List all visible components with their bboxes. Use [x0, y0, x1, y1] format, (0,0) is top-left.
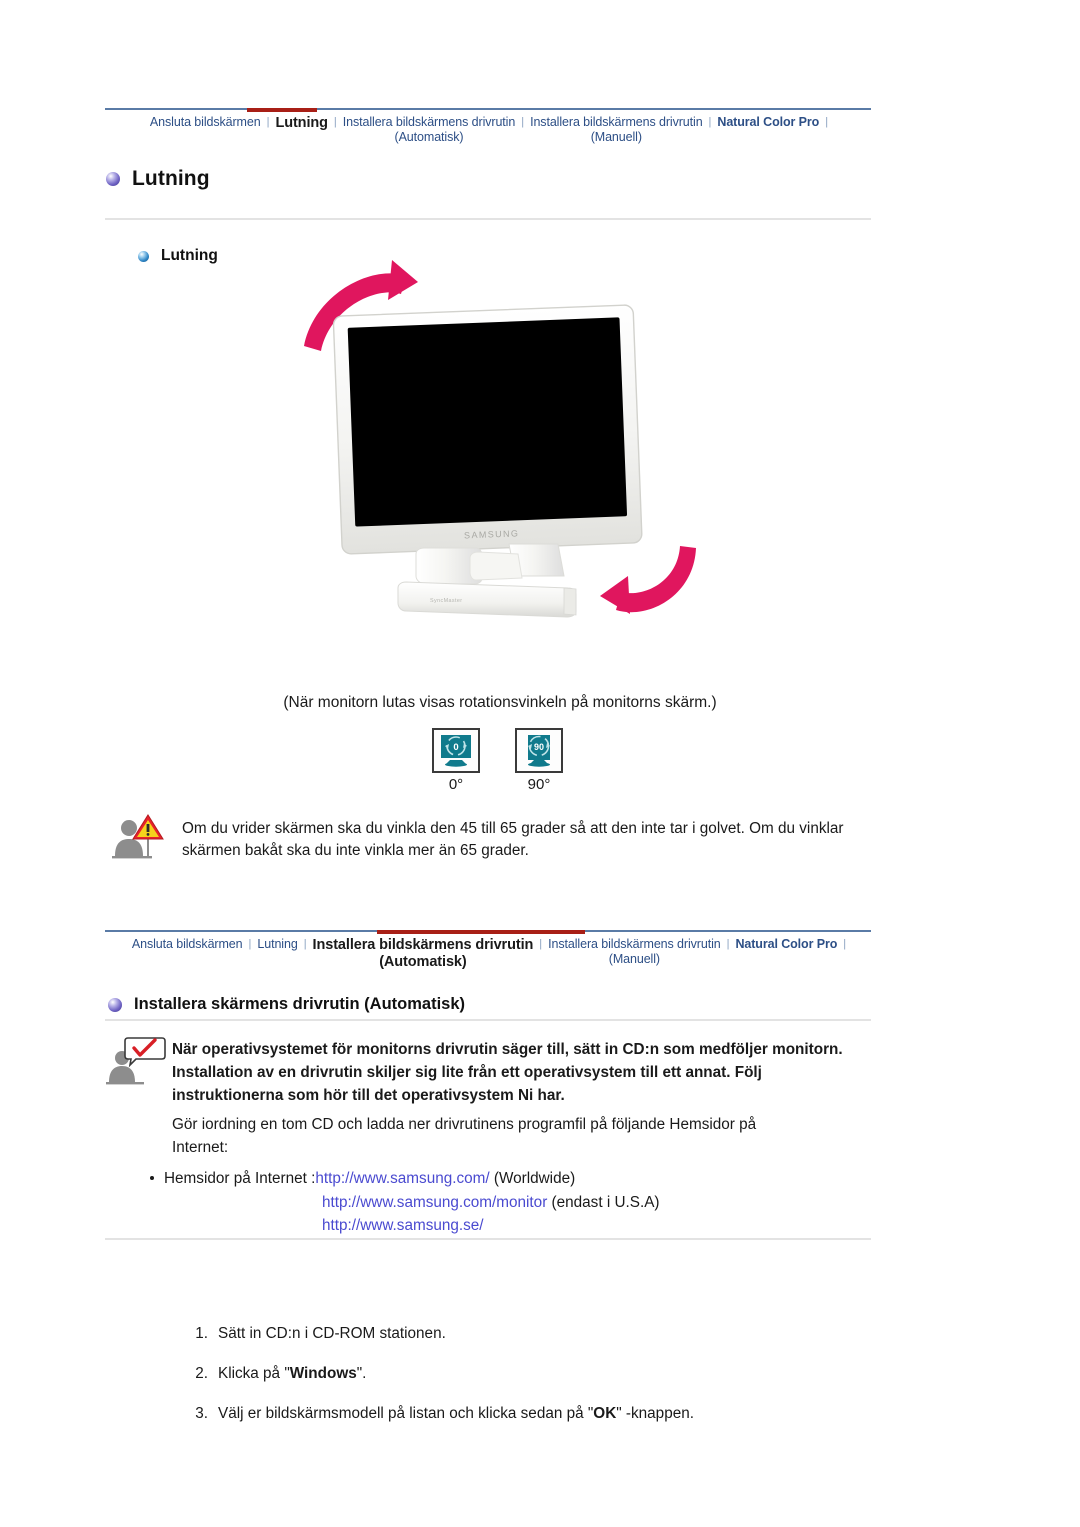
nav-separator: | [825, 116, 829, 128]
nav-rule [105, 108, 871, 110]
monitor-body: SAMSUNG [332, 304, 643, 555]
step-text-post: " -knappen. [616, 1405, 694, 1422]
info-note-icon [106, 1036, 168, 1088]
purple-bullet-icon [108, 997, 122, 1012]
svg-text:SyncMaster: SyncMaster [430, 598, 462, 604]
nav-item-lutning[interactable]: Lutning [271, 115, 331, 132]
link-samsung-monitor-usa[interactable]: http://www.samsung.com/monitor [322, 1194, 547, 1211]
nav-item-drivrutin-manuell[interactable]: Installera bildskärmens drivrutin (Manue… [526, 115, 706, 145]
links-label-text: Hemsidor på Internet : [164, 1170, 316, 1187]
warning-note-icon [110, 812, 172, 864]
link-row-usa: http://www.samsung.com/monitor (endast i… [322, 1191, 660, 1215]
top-navigation: Ansluta bildskärmen | Lutning | Installe… [105, 108, 871, 160]
nav-item-drivrutin-automatisk[interactable]: Installera bildskärmens drivrutin (Autom… [339, 115, 519, 145]
links-label: Hemsidor på Internet :http://www.samsung… [164, 1167, 575, 1191]
step-number: 2. [195, 1365, 208, 1382]
divider [105, 218, 871, 220]
step-text-post: ". [356, 1365, 367, 1382]
nav-active-marker [247, 108, 317, 112]
bottom-navigation: Ansluta bildskärmen | Lutning | Installe… [105, 930, 871, 982]
link-suffix-usa: (endast i U.S.A) [547, 1194, 660, 1211]
monitor-tilt-illustration: SAMSUNG SyncMaster [280, 258, 720, 658]
nav-item-ansluta-bildskarmen[interactable]: Ansluta bildskärmen [128, 937, 247, 952]
section-title-installera-drivrutin: Installera skärmens drivrutin (Automatis… [108, 995, 465, 1014]
svg-text:0: 0 [453, 742, 458, 753]
link-samsung-worldwide[interactable]: http://www.samsung.com/ [315, 1170, 489, 1187]
step-text: Klicka på "Windows". [218, 1365, 366, 1383]
link-samsung-se[interactable]: http://www.samsung.se/ [322, 1217, 484, 1234]
section-title-text: Installera skärmens drivrutin (Automatis… [134, 995, 466, 1013]
step-number: 3. [195, 1405, 208, 1422]
angle-label-90: 90° [527, 776, 551, 793]
nav-item-natural-color-pro[interactable]: Natural Color Pro [731, 937, 841, 952]
nav-separator: | [303, 938, 307, 950]
step-2: 2. Klicka på "Windows". [190, 1365, 366, 1383]
page-title-text: Lutning [132, 167, 210, 190]
rotation-arrow-lower [600, 546, 696, 614]
step-number: 1. [195, 1325, 208, 1342]
divider [105, 1019, 871, 1021]
page-title-lutning: Lutning [106, 167, 210, 191]
angle-indicator-90: 90 90° [515, 728, 563, 793]
step-text-pre: Välj er bildskärmsmodell på listan och k… [218, 1405, 594, 1422]
step-text: Välj er bildskärmsmodell på listan och k… [218, 1405, 694, 1423]
nav-item-drivrutin-manuell[interactable]: Installera bildskärmens drivrutin (Manue… [544, 937, 724, 967]
nav-separator: | [843, 938, 847, 950]
monitor-base: SyncMaster [397, 581, 577, 618]
blue-bullet-icon [138, 250, 149, 262]
nav-active-marker [377, 930, 585, 934]
nav-separator: | [708, 116, 712, 128]
nav-separator: | [333, 116, 337, 128]
link-suffix-worldwide: (Worldwide) [489, 1170, 576, 1187]
driver-download-paragraph: Gör iordning en tom CD och ladda ner dri… [172, 1116, 757, 1156]
subsection-title-text: Lutning [161, 247, 218, 264]
list-bullet-icon [150, 1176, 154, 1180]
monitor-stand [415, 547, 523, 585]
nav-separator: | [539, 938, 543, 950]
step-1: 1. Sätt in CD:n i CD-ROM stationen. [190, 1325, 446, 1343]
step-text-pre: Klicka på " [218, 1365, 290, 1382]
svg-text:SAMSUNG: SAMSUNG [464, 528, 520, 540]
nav-separator: | [248, 938, 252, 950]
osd-monitor-90-icon: 90 [528, 734, 550, 767]
angle-label-0: 0° [448, 776, 464, 793]
step-3: 3. Välj er bildskärmsmodell på listan oc… [190, 1405, 694, 1423]
nav-separator: | [726, 938, 730, 950]
osd-monitor-0-icon: 0 [441, 734, 471, 767]
angle-icon-box-0: 0 [432, 728, 480, 773]
info-note-text: När operativsystemet för monitorns drivr… [172, 1041, 843, 1104]
divider [105, 1238, 871, 1240]
angle-icon-box-90: 90 [515, 728, 563, 773]
nav-item-ansluta-bildskarmen[interactable]: Ansluta bildskärmen [146, 115, 265, 130]
step-keyword-ok: OK [593, 1405, 617, 1422]
step-keyword-windows: Windows [289, 1365, 357, 1382]
nav-separator: | [266, 116, 270, 128]
svg-text:90: 90 [534, 742, 544, 752]
nav-item-drivrutin-automatisk[interactable]: Installera bildskärmens drivrutin (Autom… [309, 937, 538, 971]
nav-item-lutning[interactable]: Lutning [253, 937, 301, 952]
nav-items: Ansluta bildskärmen | Lutning | Installe… [105, 115, 871, 145]
angle-indicator-0: 0 0° [432, 728, 480, 793]
link-row-se: http://www.samsung.se/ [322, 1214, 484, 1238]
nav-separator: | [521, 116, 525, 128]
step-text: Sätt in CD:n i CD-ROM stationen. [218, 1325, 446, 1342]
subsection-title-lutning: Lutning [138, 247, 218, 265]
tilt-caption: (När monitorn lutas visas rotationsvinke… [283, 694, 717, 711]
warning-note-text: Om du vrider skärmen ska du vinkla den 4… [182, 820, 844, 859]
nav-items: Ansluta bildskärmen | Lutning | Installe… [105, 937, 871, 971]
nav-item-natural-color-pro[interactable]: Natural Color Pro [713, 115, 823, 130]
purple-bullet-icon [106, 172, 120, 186]
